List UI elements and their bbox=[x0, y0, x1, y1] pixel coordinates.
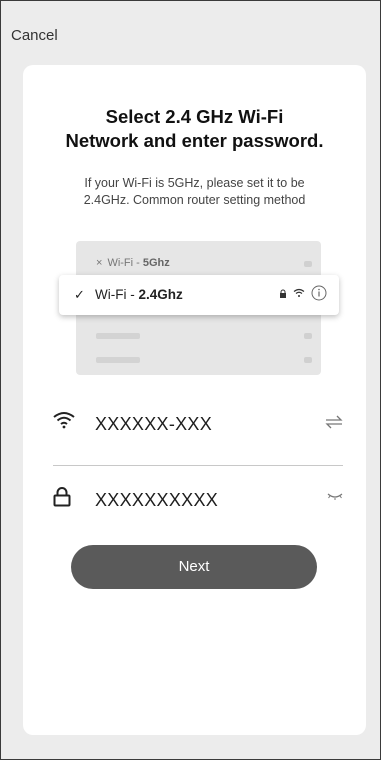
eye-closed-icon[interactable] bbox=[327, 491, 343, 501]
wifi-icon bbox=[53, 412, 75, 429]
wifi-setup-card: Select 2.4 GHz Wi-Fi Network and enter p… bbox=[23, 65, 366, 735]
subtitle-line-1: If your Wi-Fi is 5GHz, please set it to … bbox=[84, 176, 305, 190]
placeholder-bar bbox=[96, 333, 140, 339]
wifi-24ghz-band: 2.4Ghz bbox=[138, 287, 183, 302]
subtitle-line-2: 2.4GHz. Common router setting method bbox=[83, 193, 306, 207]
wifi-icon bbox=[293, 288, 305, 297]
cancel-button[interactable]: Cancel bbox=[11, 27, 58, 44]
password-value[interactable]: XXXXXXXXXX bbox=[95, 490, 218, 511]
title-line-2: Network and enter password. bbox=[65, 130, 324, 151]
wifi-24ghz-prefix: Wi-Fi - bbox=[95, 287, 139, 302]
next-button[interactable]: Next bbox=[71, 545, 317, 589]
wifi-5ghz-row: × Wi-Fi - 5Ghz bbox=[96, 257, 170, 269]
lock-icon bbox=[280, 289, 286, 298]
app-screen: Cancel Select 2.4 GHz Wi-Fi Network and … bbox=[0, 0, 381, 760]
wifi-5ghz-band: 5Ghz bbox=[142, 257, 170, 269]
x-icon: × bbox=[96, 257, 103, 269]
switch-network-icon[interactable] bbox=[325, 415, 343, 429]
lock-icon bbox=[53, 487, 71, 507]
wifi-name-field[interactable]: XXXXXX-XXX bbox=[53, 405, 343, 445]
wifi-status-icons bbox=[279, 285, 327, 301]
info-icon bbox=[311, 285, 327, 301]
wifi-24ghz-label: Wi-Fi - 2.4Ghz bbox=[95, 287, 183, 302]
wifi-24ghz-row: ✓ Wi-Fi - 2.4Ghz bbox=[59, 275, 339, 315]
top-bar: Cancel bbox=[1, 1, 380, 65]
title-line-1: Select 2.4 GHz Wi-Fi bbox=[105, 106, 284, 127]
instruction-text: If your Wi-Fi is 5GHz, please set it to … bbox=[23, 175, 366, 209]
placeholder-icon bbox=[304, 333, 312, 339]
field-divider bbox=[53, 465, 343, 466]
check-icon: ✓ bbox=[74, 287, 85, 302]
password-field[interactable]: XXXXXXXXXX bbox=[53, 481, 343, 521]
page-title: Select 2.4 GHz Wi-Fi Network and enter p… bbox=[23, 105, 366, 153]
placeholder-bar bbox=[96, 357, 140, 363]
placeholder-icon bbox=[304, 261, 312, 267]
placeholder-icon bbox=[304, 357, 312, 363]
wifi-name-value[interactable]: XXXXXX-XXX bbox=[95, 414, 212, 435]
wifi-5ghz-prefix: Wi-Fi - bbox=[107, 257, 143, 269]
